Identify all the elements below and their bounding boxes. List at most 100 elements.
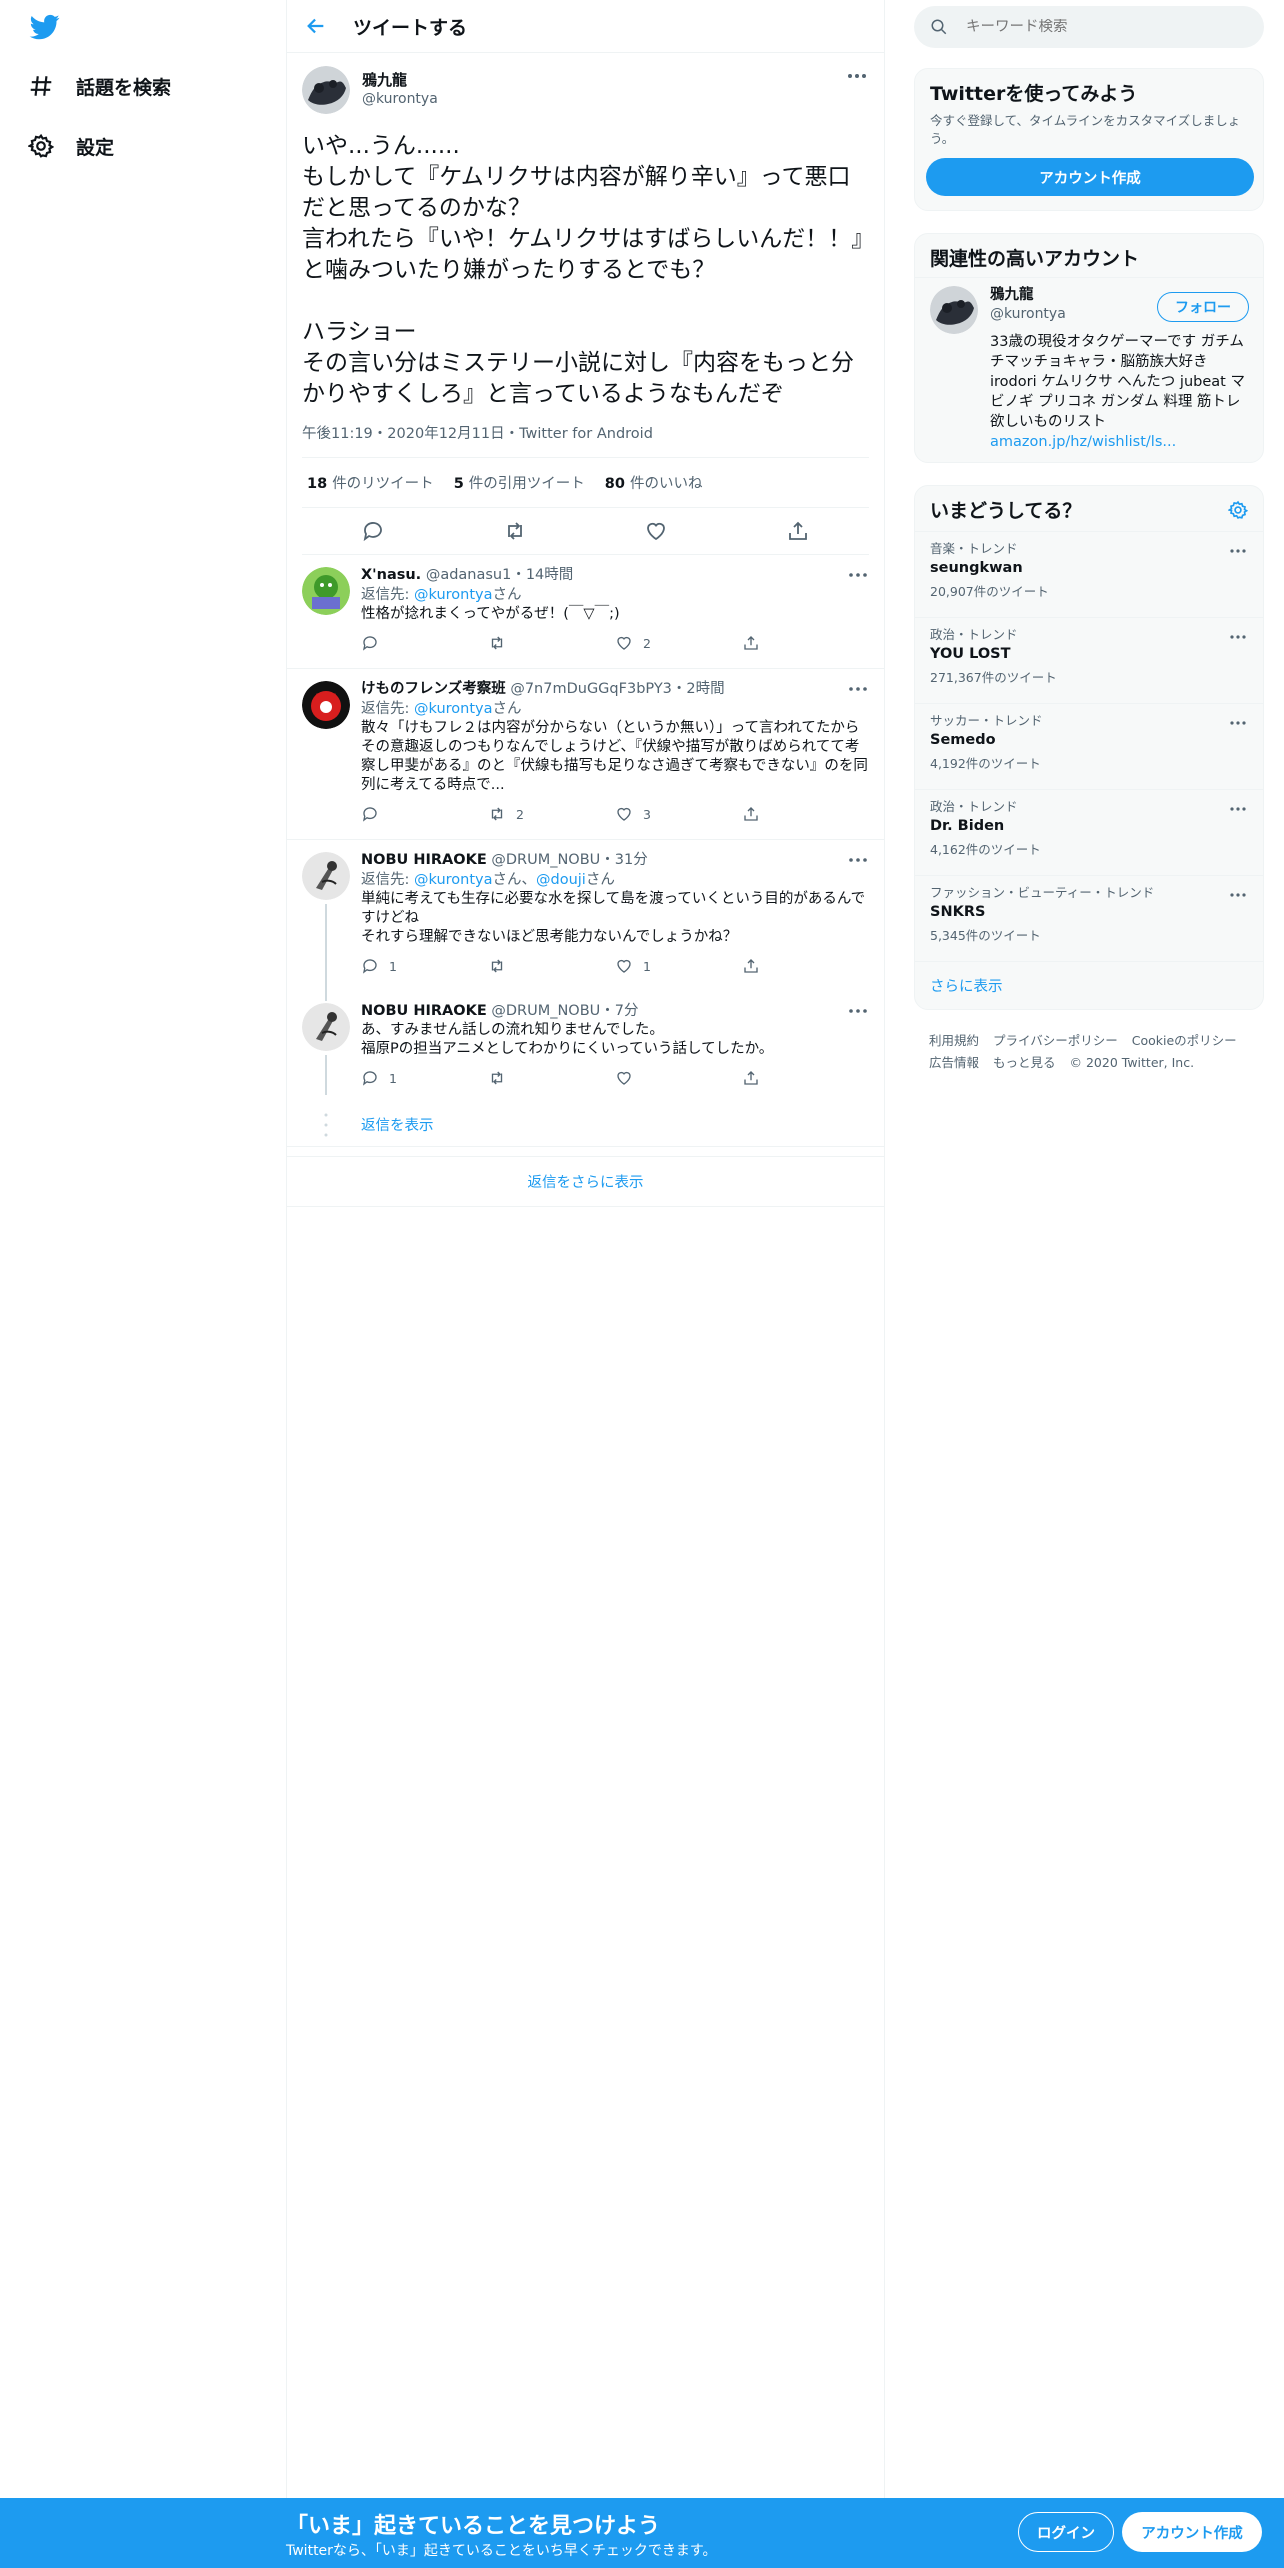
app: 話題を検索 設定 ツイートする 鴉九龍 @kurontya いや...うん...…	[0, 0, 1284, 2568]
avatar[interactable]	[302, 852, 350, 900]
more-dots-icon[interactable]	[1229, 806, 1247, 812]
related-bio-link[interactable]: amazon.jp/hz/wishlist/ls...	[990, 432, 1250, 452]
reply-tweet[interactable]: NOBU HIRAOKE @DRUM_NOBU・7分 あ、すみません話しの流れ知…	[287, 991, 884, 1103]
reply-icon	[362, 807, 377, 822]
display-name[interactable]: 鴉九龍	[362, 71, 438, 90]
reply-text: 単純に考えても生存に必要な水を探して島を渡っていくという目的があるんですけどね …	[361, 891, 866, 945]
related-bio: 33歳の現役オタクゲーマーです ガチムチマッチョキャラ・脳筋族大好き irodo…	[990, 332, 1250, 452]
related-account[interactable]: 鴉九龍 @kurontya 33歳の現役オタクゲーマーです ガチムチマッチョキャ…	[915, 277, 1263, 462]
reply-display-name[interactable]: NOBU HIRAOKE	[361, 852, 487, 868]
create-account-button[interactable]: アカウント作成	[926, 158, 1254, 196]
back-arrow-icon[interactable]	[305, 15, 327, 37]
retweet-icon	[491, 1071, 503, 1085]
trend-item[interactable]: 音楽・トレンド seungkwan 20,907件のツイート	[915, 531, 1263, 617]
nav-settings[interactable]: 設定	[28, 126, 114, 166]
footer-more[interactable]: もっと見る	[993, 1055, 1056, 1070]
like-button[interactable]	[615, 1069, 742, 1087]
share-button[interactable]	[742, 957, 869, 975]
reply-actions: 1 1	[361, 951, 869, 981]
quote-stat[interactable]: 5 件の引用ツイート	[454, 472, 585, 493]
reply-to-link[interactable]: @kurontya	[414, 872, 493, 888]
retweet-button[interactable]	[488, 957, 615, 975]
reply-tweet[interactable]: X'nasu. @adanasu1・14時間 返信先: @kurontyaさん …	[287, 555, 884, 669]
reply-meta: @7n7mDuGGqF3bPY3・2時間	[510, 681, 725, 697]
nav-explore[interactable]: 話題を検索	[28, 66, 171, 106]
reply-tweet[interactable]: NOBU HIRAOKE @DRUM_NOBU・31分 返信先: @kuront…	[287, 840, 884, 998]
avatar[interactable]	[302, 66, 350, 114]
reply-icon[interactable]	[361, 519, 385, 543]
share-button[interactable]	[742, 805, 869, 823]
footer-ads[interactable]: 広告情報	[929, 1055, 979, 1070]
reply-button[interactable]	[361, 805, 488, 823]
main-header: ツイートする	[287, 0, 884, 53]
more-dots-icon[interactable]	[846, 71, 868, 81]
retweet-stat[interactable]: 18 件のリツイート	[307, 472, 434, 493]
share-icon	[744, 636, 758, 650]
thread-line	[325, 991, 327, 1001]
avatar[interactable]	[930, 286, 978, 334]
retweet-button[interactable]	[488, 1069, 615, 1087]
reply-button[interactable]: 1	[361, 1069, 488, 1087]
footer-privacy[interactable]: プライバシーポリシー	[993, 1033, 1118, 1048]
twitter-logo-icon[interactable]	[28, 12, 62, 42]
retweet-button[interactable]	[488, 634, 615, 652]
focal-tweet: 鴉九龍 @kurontya いや...うん...... もしかして『ケムリクサは…	[287, 53, 884, 555]
focal-tweet-stats: 18 件のリツイート 5 件の引用ツイート 80 件のいいね	[302, 458, 869, 508]
reply-display-name[interactable]: NOBU HIRAOKE	[361, 1003, 487, 1019]
focal-tweet-meta[interactable]: 午後11:19・2020年12月11日・Twitter for Android	[302, 422, 869, 458]
retweet-stat-label: 件のリツイート	[332, 476, 434, 492]
signup-card-title: Twitterを使ってみよう	[930, 83, 1138, 105]
footer-cookie[interactable]: Cookieのポリシー	[1132, 1033, 1237, 1048]
share-button[interactable]	[742, 1069, 869, 1087]
username[interactable]: @kurontya	[362, 90, 438, 109]
search-icon	[931, 19, 947, 35]
footer: 利用規約 プライバシーポリシー Cookieのポリシー 広告情報 もっと見る ©…	[914, 1010, 1264, 1094]
like-button[interactable]: 2	[615, 634, 742, 652]
search-box[interactable]	[914, 6, 1264, 48]
like-button[interactable]: 1	[615, 957, 742, 975]
reply-to-link-2[interactable]: @douji	[536, 872, 586, 888]
share-icon[interactable]	[786, 519, 810, 543]
retweet-button[interactable]: 2	[488, 805, 615, 823]
show-replies-link[interactable]: 返信を表示	[287, 1103, 884, 1147]
reply-to-link[interactable]: @kurontya	[414, 587, 493, 603]
footer-terms[interactable]: 利用規約	[929, 1033, 979, 1048]
quote-stat-label: 件の引用ツイート	[468, 476, 585, 492]
avatar[interactable]	[302, 1003, 350, 1051]
share-button[interactable]	[742, 634, 869, 652]
like-stat[interactable]: 80 件のいいね	[605, 472, 703, 493]
like-button[interactable]: 3	[615, 805, 742, 823]
login-button[interactable]: ログイン	[1018, 2512, 1114, 2552]
reply-to-link[interactable]: @kurontya	[414, 701, 493, 717]
avatar[interactable]	[302, 567, 350, 615]
trends-show-more[interactable]: さらに表示	[915, 961, 1263, 1009]
show-more-replies-button[interactable]: 返信をさらに表示	[287, 1157, 884, 1207]
reply-button[interactable]	[361, 634, 488, 652]
reply-tweet[interactable]: けものフレンズ考察班 @7n7mDuGGqF3bPY3・2時間 返信先: @ku…	[287, 669, 884, 840]
right-sidebar: Twitterを使ってみよう 今すぐ登録して、タイムラインをカスタマイズしましょ…	[914, 0, 1264, 1094]
more-dots-icon[interactable]	[848, 1007, 868, 1015]
reply-display-name[interactable]: X'nasu.	[361, 567, 421, 583]
more-dots-icon[interactable]	[1229, 548, 1247, 554]
signup-button[interactable]: アカウント作成	[1122, 2512, 1262, 2552]
more-dots-icon[interactable]	[1229, 892, 1247, 898]
more-dots-icon[interactable]	[848, 685, 868, 693]
reply-display-name[interactable]: けものフレンズ考察班	[361, 681, 506, 697]
trend-item[interactable]: 政治・トレンド YOU LOST 271,367件のツイート	[915, 617, 1263, 703]
focal-names: 鴉九龍 @kurontya	[362, 71, 438, 109]
gear-icon[interactable]	[1228, 500, 1248, 520]
trend-item[interactable]: サッカー・トレンド Semedo 4,192件のツイート	[915, 703, 1263, 789]
avatar[interactable]	[302, 681, 350, 729]
more-dots-icon[interactable]	[1229, 720, 1247, 726]
more-dots-icon[interactable]	[848, 856, 868, 864]
trend-count: 4,162件のツイート	[930, 842, 1041, 857]
like-icon[interactable]	[644, 519, 668, 543]
trend-item[interactable]: ファッション・ビューティー・トレンド SNKRS 5,345件のツイート	[915, 875, 1263, 961]
search-input[interactable]	[966, 19, 1226, 35]
more-dots-icon[interactable]	[848, 571, 868, 579]
retweet-icon[interactable]	[503, 519, 527, 543]
more-dots-icon[interactable]	[1229, 634, 1247, 640]
follow-button[interactable]: フォロー	[1157, 292, 1249, 322]
reply-button[interactable]: 1	[361, 957, 488, 975]
trend-item[interactable]: 政治・トレンド Dr. Biden 4,162件のツイート	[915, 789, 1263, 875]
